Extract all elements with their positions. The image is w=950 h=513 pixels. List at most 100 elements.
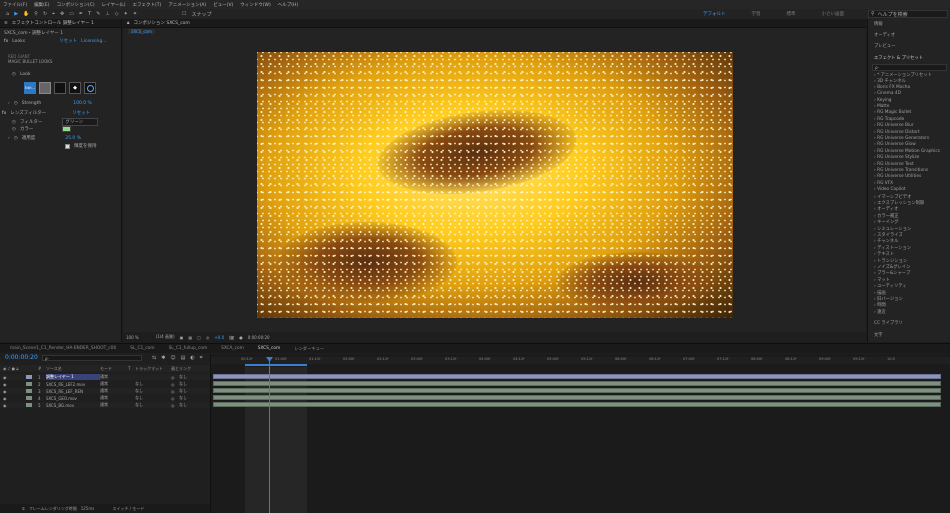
look-thumbnail-3[interactable]: ◆ <box>69 82 81 94</box>
layer-name[interactable]: SXCS_RE_LEF2.mov <box>46 382 100 387</box>
camera-tool-icon[interactable]: ⌖ <box>52 11 55 17</box>
menu-view[interactable]: ビュー(V) <box>213 2 233 8</box>
label-color-chip[interactable] <box>26 396 32 400</box>
layer-mode-dropdown[interactable]: 通常 <box>100 381 128 387</box>
effects-tree-item[interactable]: › チャンネル <box>874 238 898 244</box>
effects-tree-item[interactable]: › Video Copilot <box>874 187 906 192</box>
track-matte-dropdown[interactable]: なし <box>135 402 171 408</box>
menu-icon[interactable]: ≡ <box>4 21 8 26</box>
track-matte-dropdown[interactable]: なし <box>135 388 171 394</box>
track-matte-dropdown[interactable]: なし <box>135 395 171 401</box>
lens-filter-reset-link[interactable]: リセット <box>72 110 90 116</box>
menu-edit[interactable]: 編集(E) <box>34 2 49 8</box>
info-panel-tab[interactable]: 情報 <box>874 21 883 27</box>
layer-bar[interactable] <box>213 402 941 407</box>
camera-icon[interactable]: 📷︎ <box>229 335 234 340</box>
hand-tool-icon[interactable]: ✋ <box>23 11 29 17</box>
strength-value[interactable]: 100.0 % <box>73 101 92 106</box>
layer-row[interactable]: ◉ 5 SXCS_BG.mov 通常 なし ◎ なし <box>0 402 210 408</box>
fx-icon[interactable]: fx <box>4 39 8 44</box>
preview-panel-tab[interactable]: プレビュー <box>874 43 895 49</box>
menu-effect[interactable]: エフェクト(T) <box>133 2 162 8</box>
viewer-tab[interactable]: 🔒︎ コンポジション SXCS_com <box>123 19 866 28</box>
layer-bar[interactable] <box>213 381 941 386</box>
rotate-tool-icon[interactable]: ↻ <box>43 11 47 17</box>
menu-window[interactable]: ウィンドウ(W) <box>240 2 270 8</box>
label-color-chip[interactable] <box>26 375 32 379</box>
effects-tree-item[interactable]: › RG Universe Stylize <box>874 155 919 160</box>
pickwhip-icon[interactable]: ◎ <box>171 389 179 394</box>
layer-row[interactable]: ◉ 2 SXCS_RE_LEF2.mov 通常 なし ◎ なし <box>0 381 210 387</box>
pickwhip-icon[interactable]: ◎ <box>171 375 179 380</box>
effects-tree-item[interactable]: › ディストーション <box>874 245 911 251</box>
menu-animation[interactable]: アニメーション(A) <box>168 2 206 8</box>
workspace-default[interactable]: デフォルト <box>703 11 726 17</box>
parent-dropdown[interactable]: なし <box>179 388 199 394</box>
look-thumbnail-2[interactable] <box>54 82 66 94</box>
fx-icon[interactable]: fx <box>2 111 6 116</box>
eraser-tool-icon[interactable]: ◇ <box>115 11 119 17</box>
character-panel-tab[interactable]: 文字 <box>874 332 883 338</box>
effects-tree-item[interactable]: › RG Universe Utilities <box>874 174 921 179</box>
effects-tree-item[interactable]: › RG VFX <box>874 181 893 186</box>
work-area-bar[interactable] <box>245 364 307 366</box>
effects-tree-item[interactable]: › キーイング <box>874 219 899 225</box>
transparency-icon[interactable]: ▦ <box>188 335 192 340</box>
edit-look-button[interactable]: Edit... <box>24 82 36 94</box>
effects-tree-item[interactable]: › Boris FX Mocha <box>874 85 910 90</box>
timeline-tab[interactable]: SL_C1_com <box>130 346 154 351</box>
help-search-field[interactable]: ⚲ ヘルプを検索 <box>868 10 948 18</box>
layer-mode-dropdown[interactable]: 通常 <box>100 374 128 380</box>
effects-tree-item[interactable]: › 遠近 <box>874 309 886 315</box>
effects-tree-item[interactable]: › Cinema 4D <box>874 91 901 96</box>
parent-dropdown[interactable]: なし <box>179 395 199 401</box>
parent-dropdown[interactable]: なし <box>179 402 199 408</box>
eye-icon[interactable]: ◉ <box>0 375 12 380</box>
layer-search-input[interactable]: ρ- <box>42 355 142 361</box>
timeline-tab[interactable]: main_Scene1_C1_Render_HA-ENDER_SHOOT_c00 <box>10 346 116 351</box>
workspace-small[interactable]: 小さい画面 <box>822 11 845 17</box>
shy-icon[interactable]: ☺ <box>170 355 175 361</box>
roto-tool-icon[interactable]: ✦ <box>124 11 128 17</box>
menu-file[interactable]: ファイル(F) <box>3 2 27 8</box>
frame-blend-icon[interactable]: ▤ <box>181 355 186 361</box>
graph-editor-icon[interactable]: ⌗ <box>200 355 203 361</box>
lock-icon[interactable]: 🔒︎ <box>127 20 129 26</box>
effects-tree-item[interactable]: › RG Universe Blur <box>874 123 914 128</box>
label-color-chip[interactable] <box>26 389 32 393</box>
effects-tree-item[interactable]: › ノイズ&グレイン <box>874 264 910 270</box>
effect-reset-link[interactable]: リセット <box>59 38 77 44</box>
menu-composition[interactable]: コンポジション(C) <box>56 2 94 8</box>
effects-tree-item[interactable]: › マット <box>874 277 890 283</box>
effect-licensing-link[interactable]: Licensing... <box>81 39 106 44</box>
layer-bar-adjustment[interactable] <box>213 374 941 379</box>
effects-tree-item[interactable]: › イマーシブビデオ <box>874 194 911 200</box>
timeline-tab-active[interactable]: SXCS_com <box>258 346 280 351</box>
timeline-tab[interactable]: SXCA_com <box>221 346 244 351</box>
effects-tree-item[interactable]: › RG Universe Glow <box>874 142 916 147</box>
exposure-icon[interactable]: ◎ <box>206 335 210 340</box>
timeline-tab[interactable]: SL_C1_fullup_com <box>169 346 208 351</box>
look-thumbnail-4[interactable] <box>84 82 96 94</box>
effect-header[interactable]: fx Looks リセット Licensing... <box>4 38 118 45</box>
layer-bar[interactable] <box>213 395 941 400</box>
effects-tree-item[interactable]: › Keying <box>874 98 892 103</box>
stopwatch-icon[interactable]: ◷ <box>14 101 18 106</box>
filter-dropdown[interactable]: グリーン <box>62 118 99 126</box>
zoom-dropdown[interactable]: 100 % <box>126 335 139 340</box>
effects-tree-item[interactable]: › RG Universe Distort <box>874 130 920 135</box>
effects-tree-item[interactable]: › RG Magic Bullet <box>874 110 911 115</box>
density-value[interactable]: 25.0 % <box>65 136 81 141</box>
region-icon[interactable]: ▣ <box>180 335 184 340</box>
eye-icon[interactable]: ◉ <box>0 396 12 401</box>
layer-name[interactable]: 調整レイヤー 1 <box>46 374 100 380</box>
layer-row[interactable]: ◉ 3 SXCS_RE_LEF_REN 通常 なし ◎ なし <box>0 388 210 394</box>
effects-tree-item[interactable]: › 3D チャンネル <box>874 78 906 84</box>
effects-tree-item[interactable]: › Matte <box>874 104 889 109</box>
selection-tool-icon[interactable]: ▶ <box>14 11 18 17</box>
effects-tree-item[interactable]: › RG Universe Transitions <box>874 168 928 173</box>
parent-dropdown[interactable]: なし <box>179 374 199 380</box>
libraries-panel-tab[interactable]: CC ライブラリ <box>874 320 903 326</box>
workspace-learn[interactable]: 学習 <box>752 11 761 17</box>
layer-mode-dropdown[interactable]: 通常 <box>100 388 128 394</box>
